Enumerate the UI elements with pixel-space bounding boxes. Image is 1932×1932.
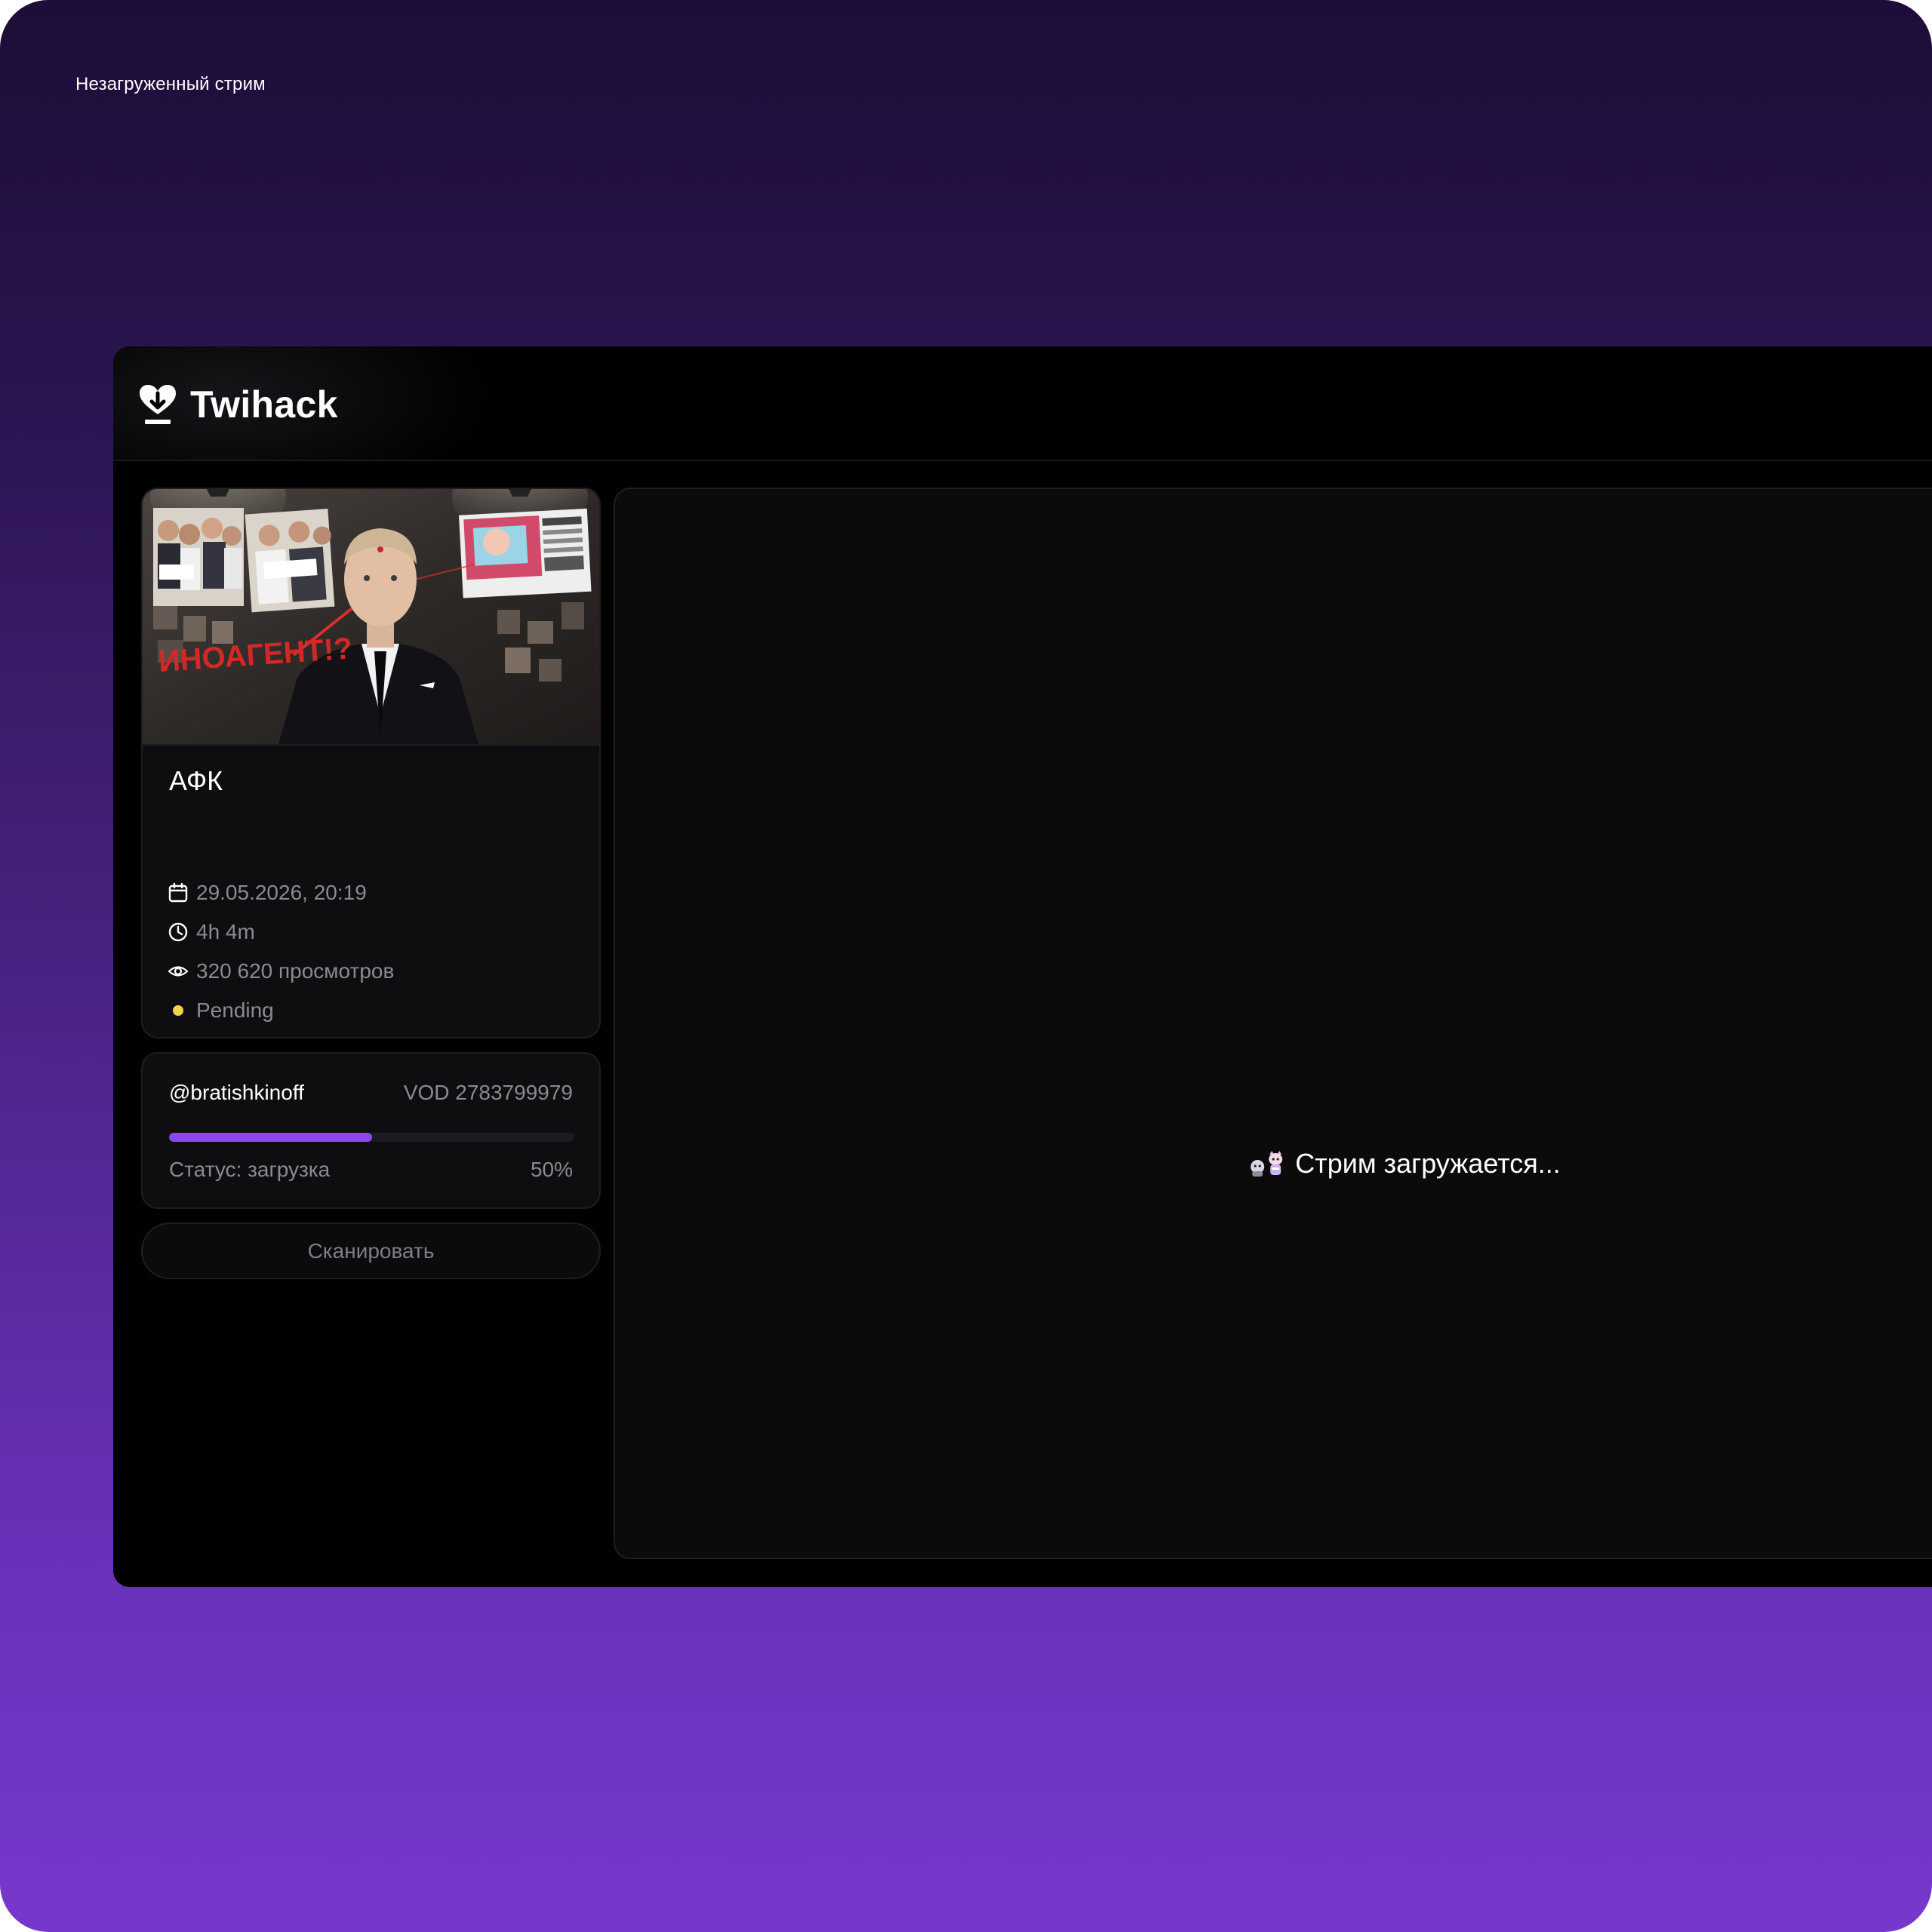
app-header: Twihack (113, 346, 1932, 461)
clock-icon (168, 922, 188, 942)
loading-indicator: Стрим загружается... (1248, 1148, 1561, 1180)
vod-id: VOD 2783799979 (403, 1081, 573, 1104)
stream-status-row: Pending (168, 998, 274, 1023)
stream-date-row: 29.05.2026, 20:19 (168, 881, 367, 905)
calendar-icon (168, 882, 188, 903)
app-logo[interactable]: Twihack (139, 383, 338, 426)
eye-icon (168, 966, 189, 977)
download-job-card: @bratishkinoff VOD 2783799979 Статус: за… (141, 1052, 601, 1209)
stream-views-row: 320 620 просмотров (168, 959, 394, 983)
cat-emoji-icon (1251, 1151, 1283, 1177)
status-dot (173, 1005, 183, 1016)
stream-status: Pending (196, 998, 274, 1022)
stream-duration: 4h 4m (196, 920, 255, 943)
loading-text: Стрим загружается... (1295, 1148, 1561, 1179)
channel-username[interactable]: @bratishkinoff (169, 1081, 304, 1105)
heart-download-icon (140, 385, 176, 424)
app-window: Twihack ИНОАГЕНТ!? АФК 29.05.2026, 20:19… (113, 346, 1932, 1587)
progress-fill (169, 1133, 372, 1142)
player-area: Стрим загружается... (614, 488, 1932, 1559)
stream-thumbnail[interactable]: ИНОАГЕНТ!? (143, 489, 599, 746)
background-canvas: Незагруженный стрим Twihack ИНОАГЕНТ!? А… (0, 0, 1932, 1932)
job-percent: 50% (530, 1158, 573, 1181)
frame-label: Незагруженный стрим (75, 74, 266, 94)
app-name: Twihack (190, 383, 338, 426)
stream-duration-row: 4h 4m (168, 920, 255, 944)
stream-title: АФК (169, 765, 223, 796)
stream-date: 29.05.2026, 20:19 (196, 881, 367, 904)
scan-button[interactable]: Сканировать (141, 1223, 601, 1279)
stream-card: ИНОАГЕНТ!? АФК 29.05.2026, 20:19 4h 4m 3… (141, 488, 601, 1038)
thumbnail-image: ИНОАГЕНТ!? (143, 489, 599, 744)
progress-bar (169, 1133, 574, 1142)
job-status: Статус: загрузка (169, 1158, 331, 1181)
stream-views: 320 620 просмотров (196, 959, 395, 983)
